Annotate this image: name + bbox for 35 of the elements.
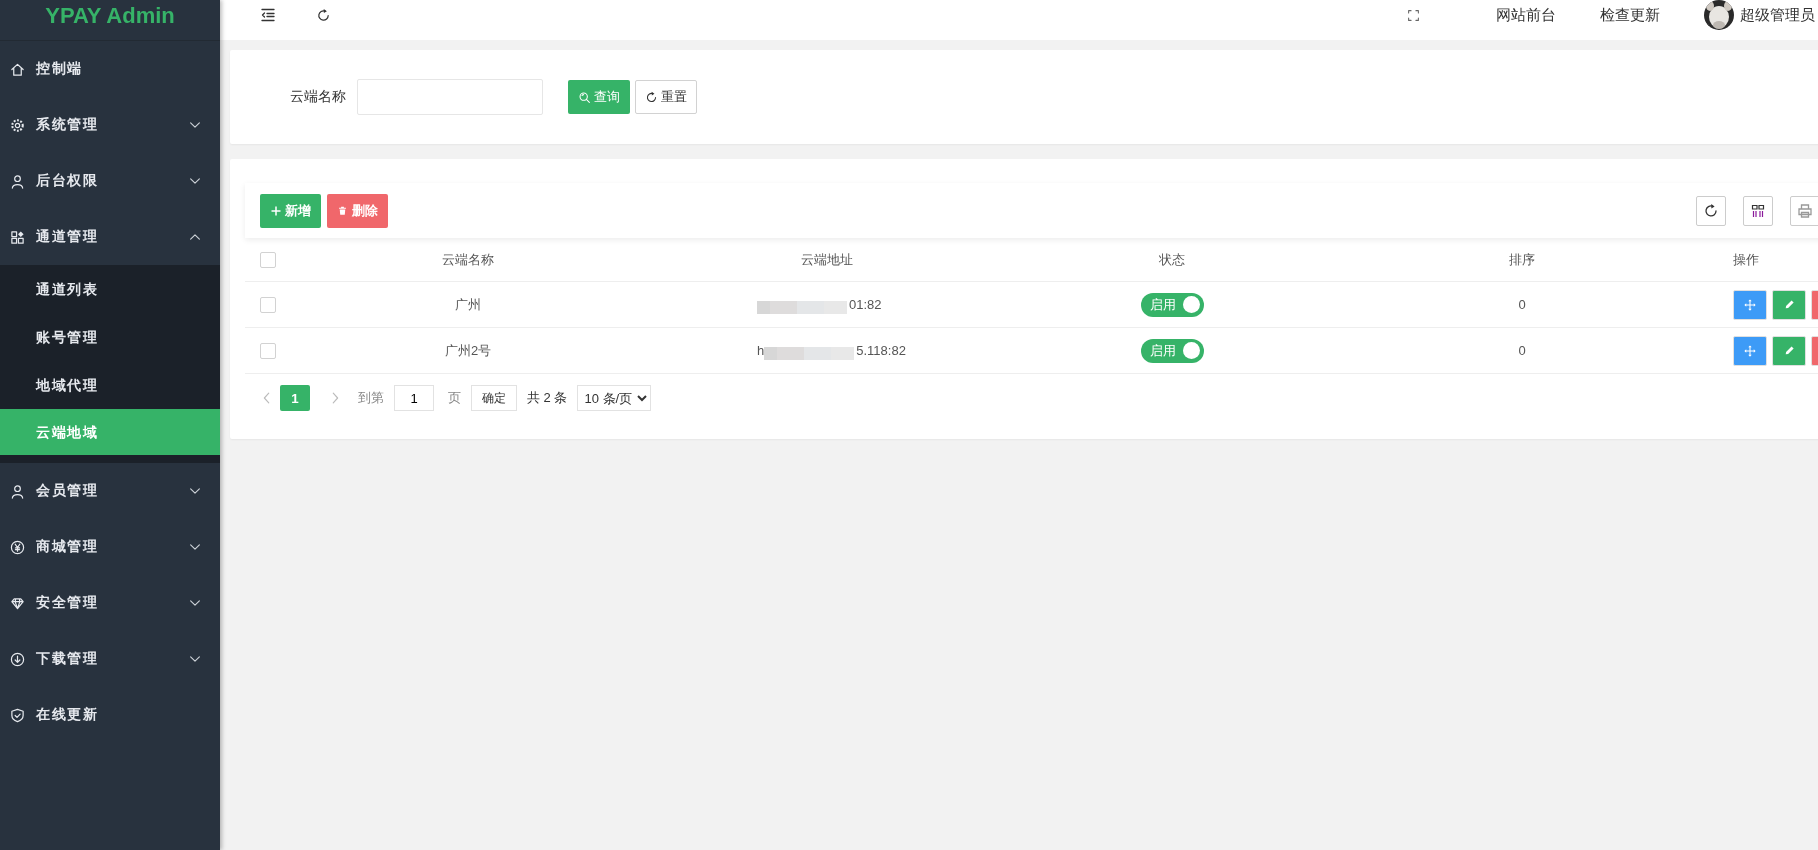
confirm-button[interactable]: 确定 <box>471 385 517 411</box>
submenu-item[interactable]: 地域代理 <box>0 361 220 409</box>
column-header: 排序 <box>1509 250 1535 269</box>
nav-item[interactable]: 下载管理 <box>0 631 220 687</box>
nav-link[interactable]: 检查更新 <box>1600 5 1660 25</box>
nav-item[interactable]: 通道管理 <box>0 209 220 265</box>
submenu-item[interactable]: 账号管理 <box>0 313 220 361</box>
page-size-select[interactable]: 10 条/页 <box>577 385 652 411</box>
table-cell: 01:82 <box>849 297 882 312</box>
table-cell: h <box>757 343 765 358</box>
page-unit: 页 <box>448 389 461 407</box>
total-count: 共 2 条 <box>527 389 568 407</box>
nav-link[interactable]: 网站前台 <box>1496 5 1556 25</box>
page-input[interactable]: 1 <box>394 385 434 411</box>
nav-item[interactable]: 系统管理 <box>0 97 220 153</box>
submenu-item[interactable]: 通道列表 <box>0 265 220 313</box>
nav-item[interactable]: 在线更新 <box>0 687 220 743</box>
reset-button[interactable]: 重置 <box>635 80 697 114</box>
column-header: 操作 <box>1733 250 1759 269</box>
table-cell: 广州2号 <box>444 341 492 360</box>
field-label: 云端名称 <box>290 88 346 106</box>
table-cell: 5.118:82 <box>856 343 906 358</box>
column-header: 云端地址 <box>801 250 853 269</box>
table-cell: 0 <box>1518 343 1526 358</box>
nav-item[interactable]: 安全管理 <box>0 575 220 631</box>
column-header: 状态 <box>1159 250 1185 269</box>
column-header: 云端名称 <box>442 250 494 269</box>
goto-label: 到第 <box>358 389 384 407</box>
user-name[interactable]: 超级管理员 <box>1740 5 1815 25</box>
nav-item[interactable]: 商城管理 <box>0 519 220 575</box>
nav-item[interactable]: 控制端 <box>0 41 220 97</box>
nav-item[interactable]: 会员管理 <box>0 463 220 519</box>
table-cell: 0 <box>1518 297 1526 312</box>
table-cell: 广州 <box>455 295 481 314</box>
nav-item[interactable]: 后台权限 <box>0 153 220 209</box>
